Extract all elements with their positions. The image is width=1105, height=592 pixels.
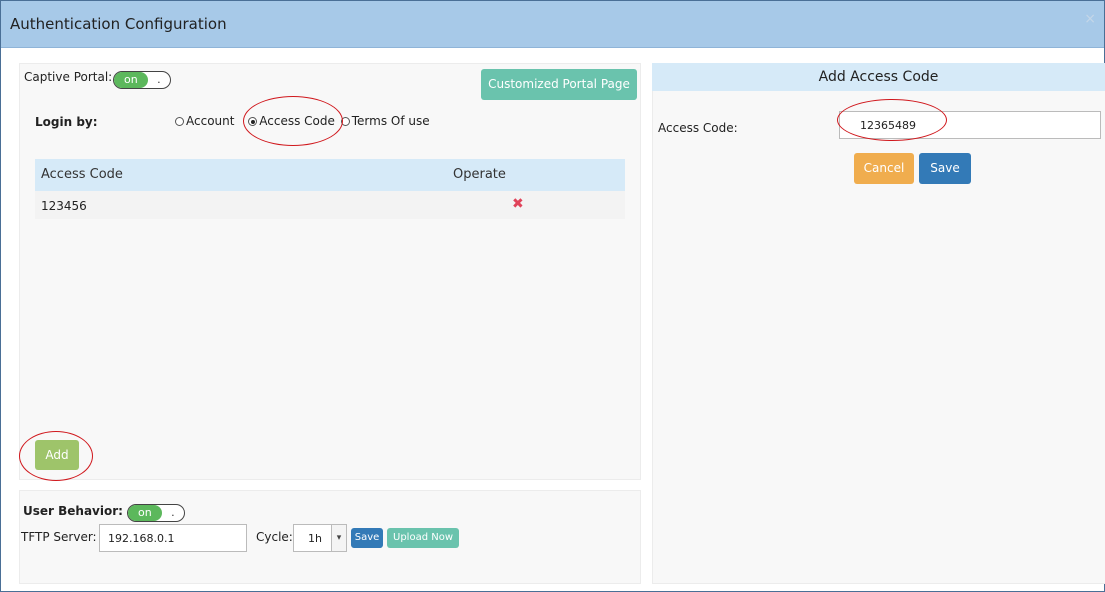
login-option-terms[interactable]: Terms Of use bbox=[340, 114, 430, 128]
save-button[interactable]: Save bbox=[919, 153, 971, 184]
customized-portal-page-button[interactable]: Customized Portal Page bbox=[481, 69, 637, 100]
upload-now-button[interactable]: Upload Now bbox=[387, 528, 459, 548]
radio-icon bbox=[175, 117, 184, 126]
dialog-title: Authentication Configuration bbox=[10, 15, 227, 33]
column-header-operate: Operate bbox=[453, 167, 506, 182]
user-behavior-label: User Behavior: bbox=[23, 504, 123, 518]
radio-checked-icon bbox=[248, 117, 258, 126]
login-option-access-code[interactable]: Access Code bbox=[248, 114, 335, 128]
add-button[interactable]: Add bbox=[35, 440, 79, 470]
close-icon[interactable]: × bbox=[1084, 11, 1096, 27]
column-header-access-code: Access Code bbox=[41, 167, 123, 182]
tftp-server-label: TFTP Server: bbox=[21, 530, 97, 544]
toggle-knob: . bbox=[171, 506, 175, 519]
cycle-select[interactable]: 1h ▾ bbox=[293, 524, 347, 552]
chevron-down-icon: ▾ bbox=[331, 525, 346, 551]
cycle-select-value: 1h bbox=[308, 532, 322, 545]
cycle-label: Cycle: bbox=[256, 530, 293, 544]
access-code-input[interactable] bbox=[839, 111, 1101, 139]
captive-portal-label: Captive Portal: bbox=[24, 70, 113, 84]
access-code-field-label: Access Code: bbox=[658, 121, 738, 135]
authentication-dialog: Authentication Configuration × Captive P… bbox=[0, 0, 1105, 592]
delete-icon[interactable]: ✖ bbox=[512, 196, 524, 212]
toggle-knob: . bbox=[157, 73, 161, 86]
table-header: Access Code Operate bbox=[35, 159, 625, 191]
toggle-on-label: on bbox=[128, 505, 162, 521]
add-access-code-panel bbox=[652, 63, 1105, 584]
add-access-code-header: Add Access Code bbox=[652, 63, 1105, 91]
login-by-options: Account Access Code Terms Of use bbox=[175, 114, 430, 128]
login-option-account[interactable]: Account bbox=[175, 114, 234, 128]
add-access-code-title: Add Access Code bbox=[818, 69, 939, 85]
tftp-save-button[interactable]: Save bbox=[351, 528, 383, 548]
user-behavior-toggle[interactable]: on . bbox=[127, 504, 185, 522]
tftp-server-input[interactable] bbox=[99, 524, 247, 552]
table-row: 123456 ✖ bbox=[35, 191, 625, 219]
login-by-label: Login by: bbox=[35, 115, 98, 129]
cancel-button[interactable]: Cancel bbox=[854, 153, 914, 184]
dialog-title-bar: Authentication Configuration × bbox=[1, 1, 1104, 48]
captive-portal-toggle[interactable]: on . bbox=[113, 71, 171, 89]
radio-icon bbox=[340, 117, 350, 126]
toggle-on-label: on bbox=[114, 72, 148, 88]
access-code-cell: 123456 bbox=[41, 199, 87, 213]
